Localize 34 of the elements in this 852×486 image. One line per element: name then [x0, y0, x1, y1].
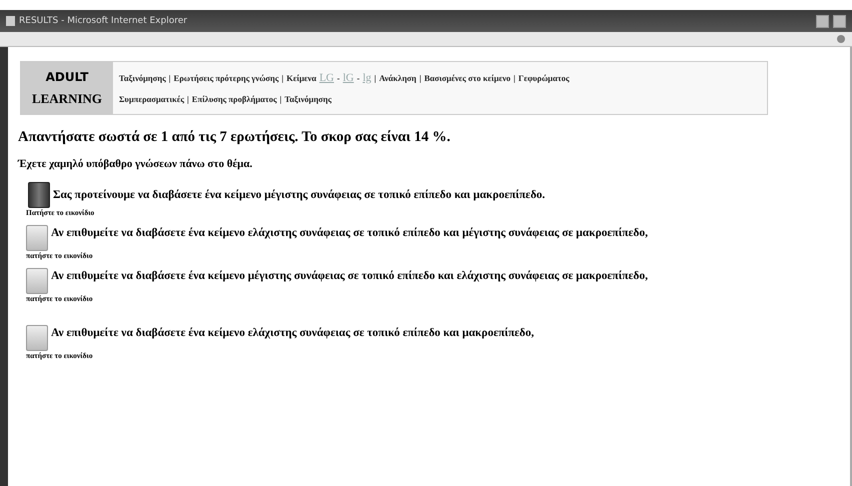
separator: | [282, 73, 284, 83]
book-icon[interactable] [26, 268, 48, 294]
separator: | [514, 73, 516, 83]
level-message: Έχετε χαμηλό υπόβαθρο γνώσεων πάνω στο θέμα. [18, 158, 254, 170]
suggestion-text: Αν επιθυμείτε να διαβάσετε ένα κείμενο ελάχιστης συνάφειας σε τοπικό επίπεδο και μέγιστης συνάφειας σε μακροεπίπεδο, [51, 226, 648, 241]
nav-item[interactable]: Ταξινόμησης [284, 94, 332, 104]
suggestion-text: Σας προτείνουμε να διαβάσετε ένα κείμενο μέγιστης συνάφειας σε τοπικό επίπεδο και μακροεπίπεδο. [53, 188, 546, 203]
nav-item[interactable]: Ανάκληση [379, 73, 416, 83]
score-message: Απαντήσατε σωστά σε 1 από τις 7 ερωτήσεις. Το σκορ σας είναι 14 %. [18, 129, 452, 146]
separator: | [187, 94, 189, 104]
throbber-icon [836, 34, 846, 44]
window-title: RESULTS - Microsoft Internet Explorer [19, 16, 188, 26]
separator: - [356, 73, 360, 83]
separator: | [374, 73, 376, 83]
nav-item[interactable]: Ταξινόμησης [119, 73, 166, 83]
nav-item[interactable]: Συμπερασματικές [119, 94, 184, 104]
nav-item[interactable]: Ερωτήσεις πρότερης γνώσης [174, 73, 279, 83]
nav-item[interactable]: Κείμενα [286, 73, 316, 83]
minimize-button[interactable] [816, 14, 829, 28]
nav-item[interactable]: Βασισμένες στο κείμενο [424, 73, 511, 83]
book-icon[interactable] [28, 182, 50, 208]
separator: | [168, 73, 171, 83]
book-icon[interactable] [26, 225, 48, 251]
suggestion-text: Αν επιθυμείτε να διαβάσετε ένα κείμενο μέγιστης συνάφειας σε τοπικό επίπεδο και ελάχιστης συνάφειας σε μακροεπίπεδο, [51, 269, 648, 284]
maximize-button[interactable] [833, 14, 846, 28]
nav-item[interactable]: Επίλυσης προβλήματος [192, 94, 277, 104]
nav-item[interactable]: Γεφυρώματος [518, 73, 570, 83]
separator: - [337, 73, 340, 83]
book-icon[interactable] [26, 325, 48, 351]
logo: ADULT LEARNING [21, 62, 113, 114]
separator: | [419, 73, 422, 83]
separator: | [280, 94, 282, 104]
browser-icon [6, 16, 15, 26]
suggestion-text: Αν επιθυμείτε να διαβάσετε ένα κείμενο ελάχιστης συνάφειας σε τοπικό επίπεδο και μακροεπίπεδο, [51, 326, 534, 341]
